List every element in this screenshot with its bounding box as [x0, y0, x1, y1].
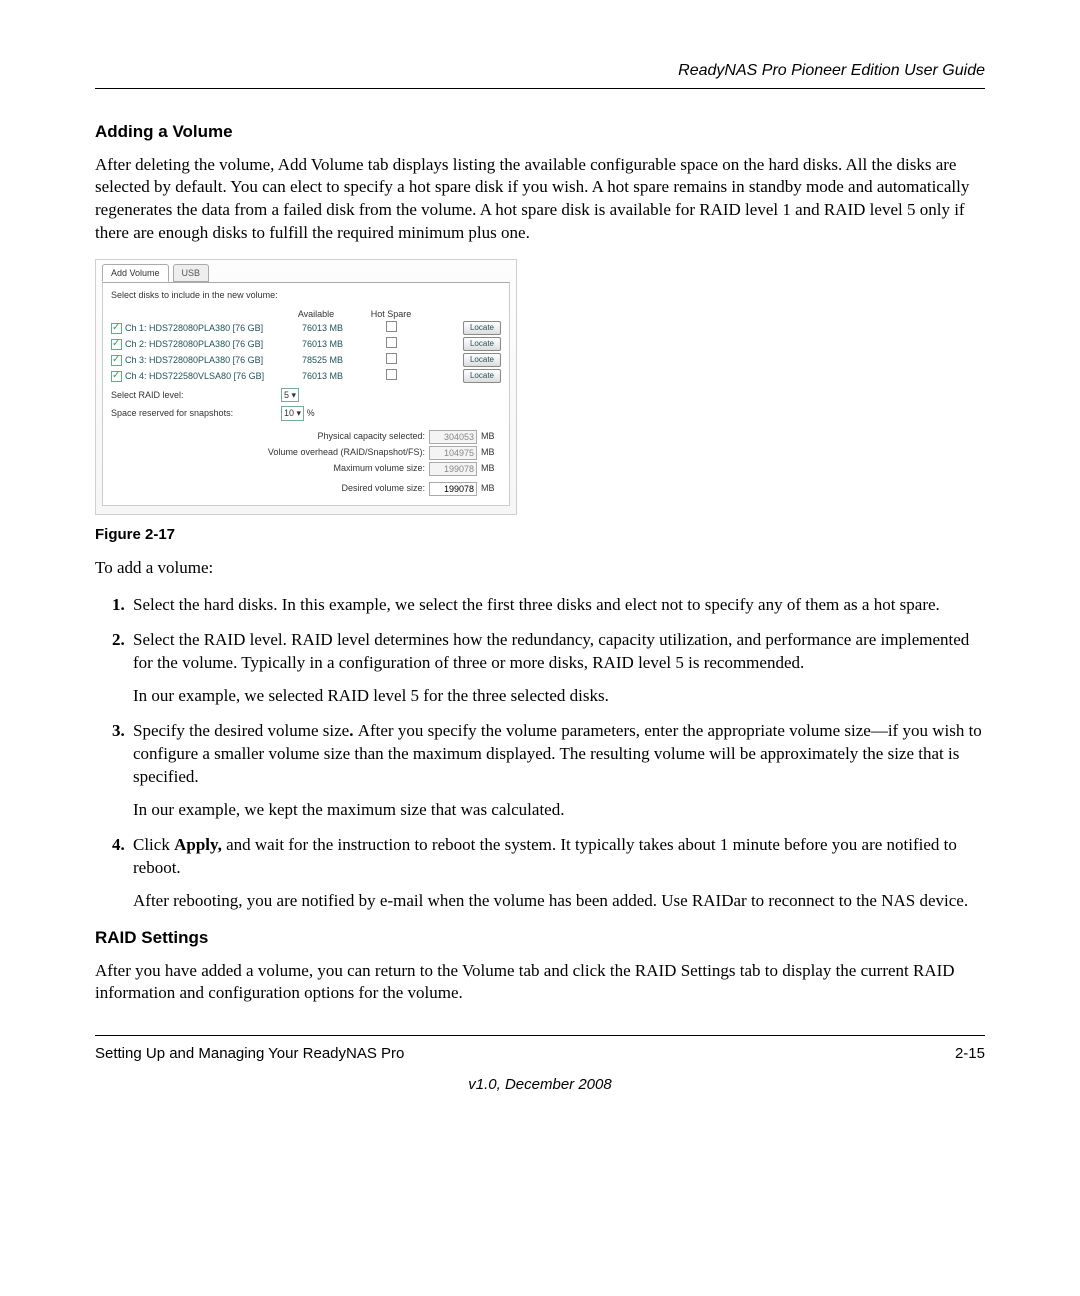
disk-row: Ch 3: HDS728080PLA380 [76 GB] 78525 MB L…	[111, 352, 501, 368]
step-1: Select the hard disks. In this example, …	[129, 594, 985, 617]
disk-checkbox[interactable]	[111, 339, 122, 350]
raid-level-select[interactable]: 5 ▾	[281, 388, 299, 402]
para-raid-settings: After you have added a volume, you can r…	[95, 960, 985, 1006]
to-add-volume-intro: To add a volume:	[95, 557, 985, 580]
locate-button[interactable]: Locate	[463, 337, 501, 351]
disk-checkbox[interactable]	[111, 371, 122, 382]
desired-vol-input[interactable]: 199078	[429, 482, 477, 496]
locate-button[interactable]: Locate	[463, 369, 501, 383]
hotspare-checkbox[interactable]	[386, 369, 397, 380]
overhead-value: 104975	[429, 446, 477, 460]
heading-raid-settings: RAID Settings	[95, 927, 985, 950]
overhead-label: Volume overhead (RAID/Snapshot/FS):	[268, 446, 425, 460]
hotspare-checkbox[interactable]	[386, 337, 397, 348]
snapshot-space-label: Space reserved for snapshots:	[111, 407, 281, 419]
figure-2-17: Add Volume USB Select disks to include i…	[95, 259, 985, 515]
snapshot-space-select[interactable]: 10 ▾	[281, 406, 304, 420]
col-hotspare: Hot Spare	[351, 308, 431, 320]
step-2: Select the RAID level. RAID level determ…	[129, 629, 985, 708]
phys-cap-value: 304053	[429, 430, 477, 444]
disk-row: Ch 4: HDS722580VLSA80 [76 GB] 76013 MB L…	[111, 368, 501, 384]
para-adding-volume: After deleting the volume, Add Volume ta…	[95, 154, 985, 246]
heading-adding-volume: Adding a Volume	[95, 121, 985, 144]
disk-checkbox[interactable]	[111, 323, 122, 334]
figure-caption: Figure 2-17	[95, 525, 985, 545]
footer-page-number: 2-15	[955, 1044, 985, 1064]
raid-level-label: Select RAID level:	[111, 389, 281, 401]
locate-button[interactable]: Locate	[463, 321, 501, 335]
tab-usb[interactable]: USB	[173, 264, 210, 282]
add-volume-panel: Add Volume USB Select disks to include i…	[95, 259, 517, 515]
page-header-title: ReadyNAS Pro Pioneer Edition User Guide	[95, 60, 985, 82]
disk-row: Ch 2: HDS728080PLA380 [76 GB] 76013 MB L…	[111, 336, 501, 352]
disk-checkbox[interactable]	[111, 355, 122, 366]
header-rule	[95, 88, 985, 89]
step-4: Click Apply, and wait for the instructio…	[129, 834, 985, 913]
max-vol-label: Maximum volume size:	[333, 462, 425, 476]
max-vol-value: 199078	[429, 462, 477, 476]
footer-rule	[95, 1035, 985, 1036]
hotspare-checkbox[interactable]	[386, 321, 397, 332]
step-3: Specify the desired volume size. After y…	[129, 720, 985, 822]
hotspare-checkbox[interactable]	[386, 353, 397, 364]
col-available: Available	[281, 308, 351, 320]
footer-version: v1.0, December 2008	[95, 1075, 985, 1095]
disk-select-instruction: Select disks to include in the new volum…	[111, 289, 501, 301]
desired-vol-label: Desired volume size:	[341, 482, 425, 496]
disk-row: Ch 1: HDS728080PLA380 [76 GB] 76013 MB L…	[111, 320, 501, 336]
tab-add-volume[interactable]: Add Volume	[102, 264, 169, 282]
footer-left: Setting Up and Managing Your ReadyNAS Pr…	[95, 1044, 404, 1064]
locate-button[interactable]: Locate	[463, 353, 501, 367]
add-volume-steps: Select the hard disks. In this example, …	[95, 594, 985, 912]
phys-cap-label: Physical capacity selected:	[317, 430, 425, 444]
